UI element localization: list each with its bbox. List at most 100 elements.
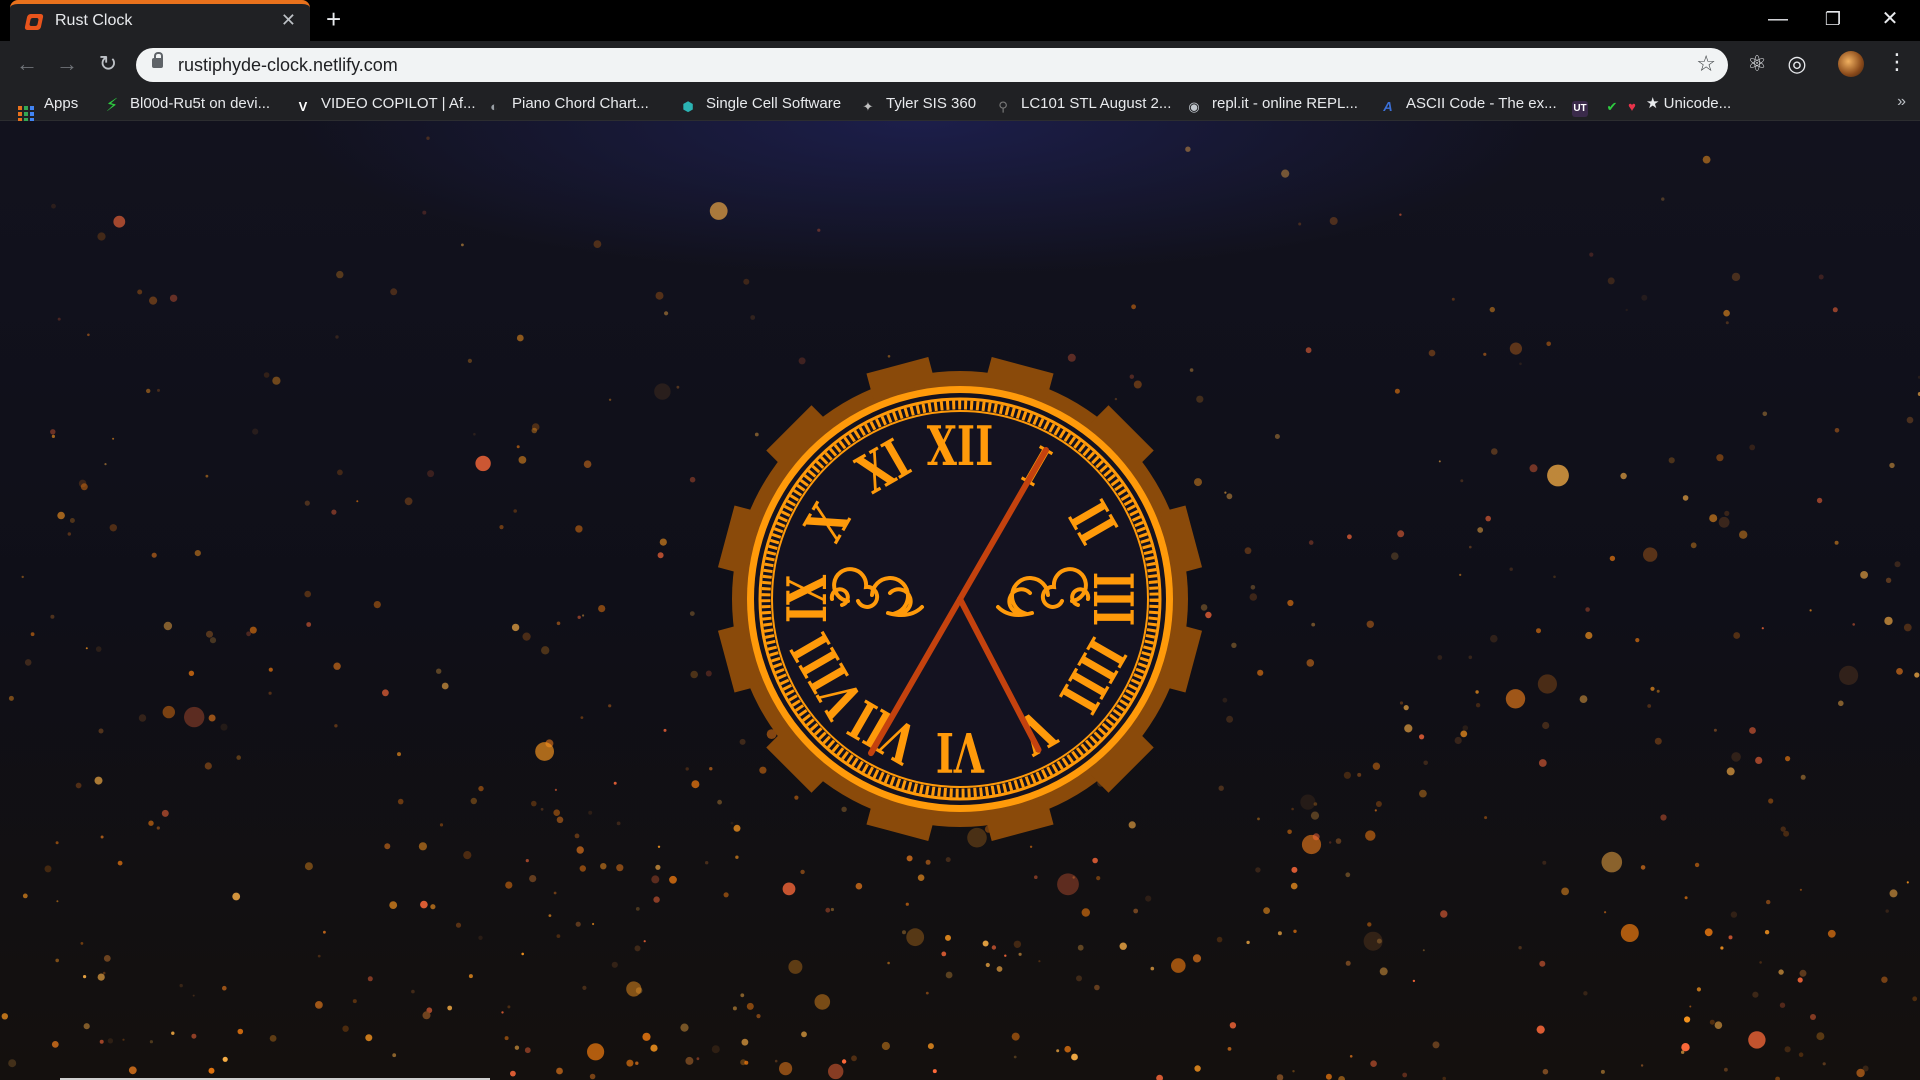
bookmark-replit[interactable]: ◉ repl.it - online REPL... — [1186, 94, 1358, 114]
ember-particle — [531, 427, 538, 434]
close-icon[interactable]: ✕ — [281, 10, 296, 31]
bookmark-ascii-code[interactable]: A ASCII Code - The ex... — [1380, 94, 1556, 114]
restore-icon[interactable]: ❐ — [1813, 4, 1853, 34]
bookmark-ut[interactable]: UT — [1572, 94, 1598, 117]
ember-particle — [613, 781, 617, 785]
ember-particle — [1728, 935, 1733, 940]
ember-particle — [499, 525, 504, 530]
cube-icon: ⬢ — [682, 99, 694, 114]
ember-particle — [510, 1070, 516, 1077]
ember-particle — [1509, 342, 1522, 355]
ember-particle — [709, 202, 728, 220]
ember-particle — [1654, 737, 1662, 745]
ember-particle — [1372, 762, 1381, 770]
ember-particle — [1287, 829, 1292, 835]
url-text[interactable]: rustiphyde-clock.netlify.com — [178, 55, 398, 76]
ember-particle — [1538, 759, 1547, 767]
target-extension-icon[interactable]: ◎ — [1782, 50, 1812, 78]
ember-particle — [1459, 573, 1462, 576]
ember-particle — [635, 907, 640, 911]
ember-particle — [1724, 1067, 1728, 1072]
ember-particle — [1343, 771, 1351, 779]
ember-particle — [1885, 577, 1892, 583]
bookmark-unicode[interactable]: ✔ ♥ ★ Unicode... — [1604, 94, 1732, 114]
bookmark-label: Piano Chord Chart... — [512, 95, 649, 112]
bookmark-label: LC101 STL August 2... — [1021, 95, 1172, 112]
ember-particle — [21, 575, 24, 579]
ember-particle — [514, 1045, 520, 1050]
minimize-icon[interactable]: — — [1758, 4, 1798, 34]
bookmark-star-icon[interactable]: ☆ — [1696, 51, 1716, 77]
bookmark-video-copilot[interactable]: V VIDEO COPILOT | Af... — [295, 94, 476, 114]
ember-particle — [1668, 457, 1675, 464]
ember-particle — [422, 1011, 431, 1020]
bookmark-lc101[interactable]: ⚲ LC101 STL August 2... — [995, 94, 1171, 114]
back-arrow-icon[interactable]: ← — [12, 49, 42, 79]
ember-particle — [237, 1028, 244, 1035]
kebab-menu-icon[interactable]: ⋮ — [1886, 49, 1908, 75]
ember-particle — [1694, 862, 1700, 868]
ember-particle — [548, 914, 552, 917]
more-bookmarks-chevron-icon[interactable]: » — [1897, 93, 1906, 111]
ember-particle — [1231, 642, 1237, 648]
bookmark-piano-chord[interactable]: ◐ Piano Chord Chart... — [486, 94, 649, 114]
ember-particle — [1684, 896, 1688, 900]
react-extension-icon[interactable]: ⚛ — [1742, 50, 1772, 78]
ember-particle — [1604, 911, 1607, 914]
ascii-icon: A — [1383, 99, 1393, 114]
ember-particle — [680, 1023, 689, 1032]
bookmark-tyler-sis[interactable]: ✦ Tyler SIS 360 — [860, 94, 977, 114]
ember-particle — [373, 601, 381, 609]
ember-particle — [194, 550, 201, 557]
ember-particle — [1263, 907, 1270, 914]
ember-particle — [881, 1041, 891, 1051]
ember-particle — [1797, 977, 1803, 983]
ember-particle — [220, 723, 228, 731]
ember-particle — [334, 724, 338, 728]
ember-particle — [137, 289, 143, 295]
ember-particle — [1423, 760, 1428, 766]
ember-particle — [655, 864, 661, 870]
lock-icon[interactable] — [152, 52, 163, 68]
tab-rust-clock[interactable]: Rust Clock ✕ — [10, 0, 310, 41]
ember-particle — [945, 934, 951, 941]
ember-particle — [80, 942, 84, 945]
new-tab-plus-icon[interactable]: + — [326, 4, 341, 34]
ember-particle — [146, 388, 151, 394]
bookmark-blood-rust[interactable]: ⚡ Bl00d-Ru5t on devi... — [104, 94, 270, 114]
ember-particle — [1660, 814, 1667, 821]
ember-particle — [1816, 497, 1823, 504]
bookmark-apps[interactable]: Apps — [18, 94, 78, 122]
ember-particle — [1484, 816, 1488, 820]
ember-particle — [1349, 1055, 1353, 1058]
forward-arrow-icon[interactable]: → — [52, 49, 82, 79]
reload-icon[interactable]: ↻ — [93, 49, 123, 79]
ember-particle — [323, 930, 326, 934]
ember-particle — [774, 1059, 778, 1063]
address-bar[interactable]: rustiphyde-clock.netlify.com ☆ — [136, 48, 1728, 82]
ember-particle — [1440, 910, 1448, 918]
ember-particle — [1257, 817, 1260, 821]
window-close-icon[interactable]: ✕ — [1870, 4, 1910, 34]
bookmark-single-cell[interactable]: ⬢ Single Cell Software — [680, 94, 841, 114]
ember-particle — [1696, 987, 1701, 992]
profile-avatar[interactable] — [1838, 51, 1864, 77]
ember-particle — [1759, 961, 1762, 964]
ember-particle — [841, 1059, 847, 1064]
ember-particle — [887, 961, 890, 965]
ember-particle — [1255, 867, 1261, 873]
ember-particle — [709, 767, 713, 771]
ember-particle — [524, 1047, 531, 1054]
ember-particle — [1491, 448, 1498, 455]
ember-particle — [149, 296, 158, 305]
ember-particle — [1723, 309, 1730, 317]
ember-particle — [535, 742, 554, 761]
ember-particle — [991, 945, 997, 950]
ember-particle — [188, 670, 195, 676]
ember-particle — [1641, 294, 1648, 301]
ember-particle — [55, 841, 59, 845]
ember-particle — [1227, 1047, 1232, 1051]
ember-particle — [404, 497, 413, 506]
ut-icon: UT — [1572, 101, 1588, 117]
ember-particle — [1749, 444, 1756, 451]
